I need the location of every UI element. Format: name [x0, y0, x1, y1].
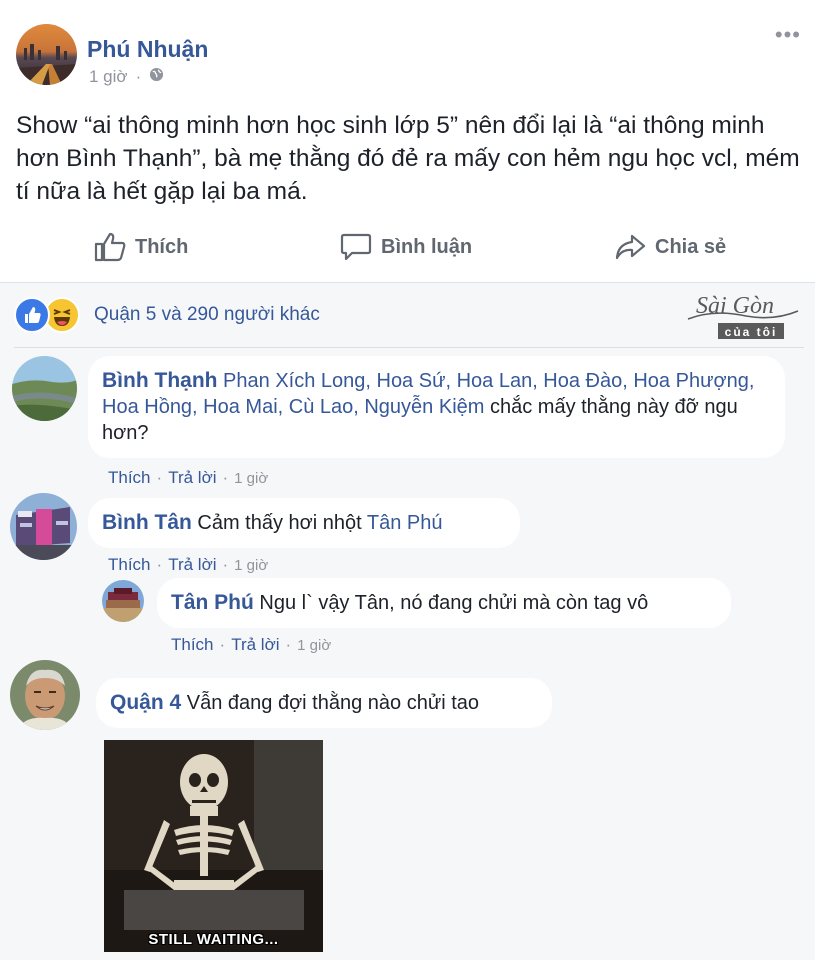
post-card: Phú Nhuận 1 giờ · ••• Show “ai thông min…	[0, 0, 815, 282]
dot-separator: ·	[156, 468, 163, 487]
post-text: Show “ai thông minh hơn học sinh lớp 5” …	[16, 112, 800, 205]
comment-like-link[interactable]: Thích	[108, 468, 151, 488]
dot-separator: ·	[222, 468, 229, 487]
comment-time[interactable]: 1 giờ	[234, 557, 268, 574]
post-actions: Thích Bình luận Chia sẻ	[0, 222, 815, 274]
reply-time[interactable]: 1 giờ	[297, 637, 331, 654]
share-arrow-icon	[614, 232, 646, 262]
share-button[interactable]: Chia sẻ	[614, 232, 726, 262]
comment-reply-link[interactable]: Trả lời	[168, 555, 216, 575]
comment-text: Vẫn đang đợi thằng nào chửi tao	[186, 692, 480, 714]
comment-reply-link[interactable]: Trả lời	[168, 468, 216, 488]
post-author-name[interactable]: Phú Nhuận	[87, 36, 208, 63]
comment-image-skeleton-meme[interactable]: STILL WAITING...	[104, 740, 323, 952]
comment-button[interactable]: Bình luận	[340, 232, 472, 262]
saigon-watermark-logo: Sài Gòn của tôi	[684, 283, 804, 343]
dot-separator: ·	[285, 635, 292, 654]
svg-text:của tôi: của tôi	[725, 325, 778, 339]
reply-bubble: Tân Phú Ngu l` vậy Tân, nó đang chửi mà …	[157, 578, 731, 628]
dot-separator: ·	[222, 555, 229, 574]
comment-author[interactable]: Quận 4	[110, 691, 181, 714]
globe-icon	[149, 67, 164, 87]
comment-label: Bình luận	[381, 235, 473, 258]
more-options-icon[interactable]: •••	[775, 24, 801, 46]
like-button[interactable]: Thích	[94, 232, 188, 262]
reactions-summary[interactable]: Quận 5 và 290 người khác	[14, 297, 320, 333]
like-reaction-icon	[14, 297, 50, 333]
comment-author[interactable]: Bình Tân	[102, 511, 192, 534]
reply-reply-link[interactable]: Trả lời	[231, 635, 279, 655]
comment-text: Cảm thấy hơi nhột	[197, 512, 362, 534]
thumbs-up-icon	[94, 232, 126, 262]
author-avatar[interactable]	[16, 24, 77, 85]
reply-actions: Thích · Trả lời · 1 giờ	[171, 635, 331, 655]
meme-caption: STILL WAITING...	[148, 931, 279, 948]
dot-separator: ·	[156, 555, 163, 574]
dot-separator: ·	[219, 635, 226, 654]
reply-author[interactable]: Tân Phú	[171, 591, 254, 614]
comment-bubble: Bình Thạnh Phan Xích Long, Hoa Sứ, Hoa L…	[88, 356, 785, 458]
reply-like-link[interactable]: Thích	[171, 635, 214, 655]
svg-text:Sài Gòn: Sài Gòn	[696, 293, 774, 319]
commenter-avatar[interactable]	[12, 356, 77, 421]
post-time[interactable]: 1 giờ	[89, 67, 128, 87]
comment-time[interactable]: 1 giờ	[234, 470, 268, 487]
comment-bubble: Bình Tân Cảm thấy hơi nhột Tân Phú	[88, 498, 520, 548]
post-meta: 1 giờ ·	[89, 67, 164, 87]
commenter-avatar[interactable]	[10, 660, 80, 730]
comment-icon	[340, 232, 372, 262]
reply-avatar[interactable]	[102, 580, 144, 622]
comment-author[interactable]: Bình Thạnh	[102, 369, 217, 392]
reactions-text[interactable]: Quận 5 và 290 người khác	[94, 304, 320, 326]
like-label: Thích	[135, 235, 189, 258]
comment-actions: Thích · Trả lời · 1 giờ	[108, 468, 268, 488]
comment-tag[interactable]: Tân Phú	[367, 512, 443, 534]
divider	[14, 347, 804, 348]
reply-text: Ngu l` vậy Tân, nó đang chửi mà còn tag …	[259, 592, 649, 614]
meta-separator: ·	[135, 67, 142, 86]
share-label: Chia sẻ	[655, 235, 727, 258]
commenter-avatar[interactable]	[10, 493, 77, 560]
comment-actions: Thích · Trả lời · 1 giờ	[108, 555, 268, 575]
comment-bubble: Quận 4 Vẫn đang đợi thằng nào chửi tao	[96, 678, 552, 728]
comment-like-link[interactable]: Thích	[108, 555, 151, 575]
